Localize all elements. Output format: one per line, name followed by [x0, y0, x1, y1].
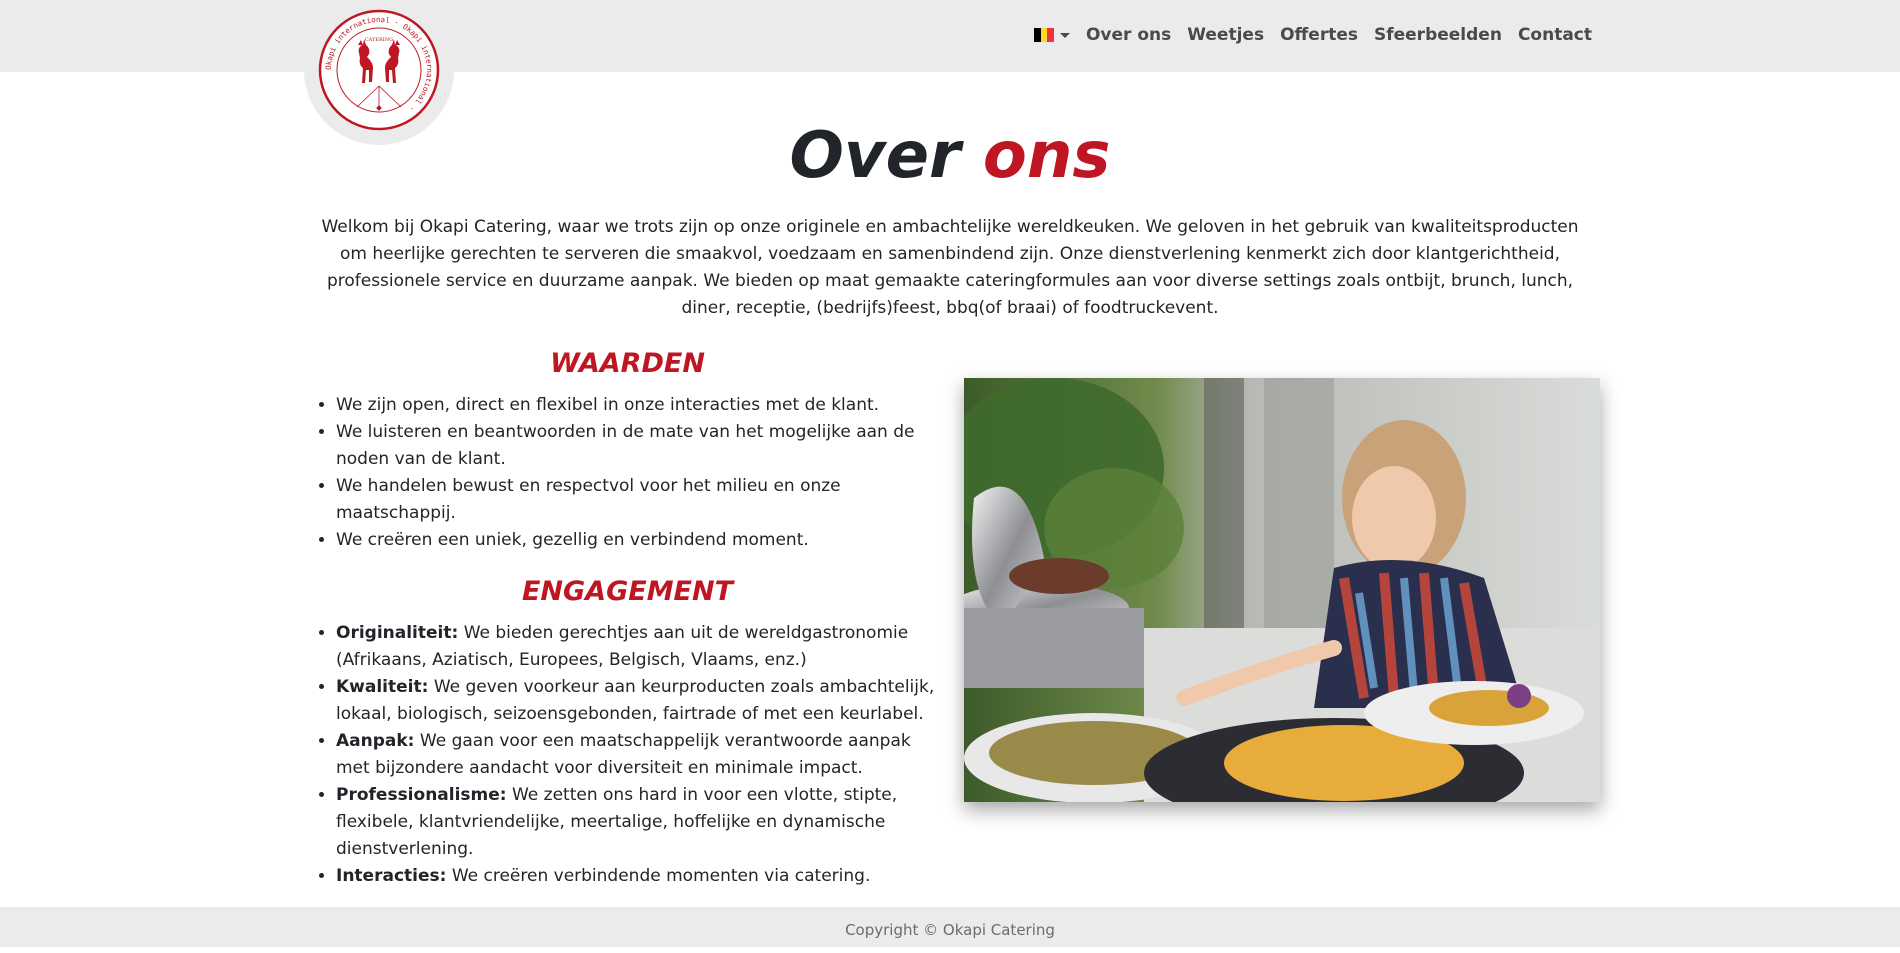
- intro-paragraph: Welkom bij Okapi Catering, waar we trots…: [321, 217, 1579, 318]
- waarden-heading: WAARDEN: [550, 348, 705, 379]
- nav-link-offertes[interactable]: Offertes: [1280, 25, 1358, 45]
- catering-photo: [964, 378, 1600, 802]
- list-item: We zijn open, direct en flexibel in onze…: [336, 392, 945, 419]
- list-item-term: Aanpak:: [336, 731, 415, 751]
- list-item-term: Professionalisme:: [336, 785, 507, 805]
- nav-link-over-ons[interactable]: Over ons: [1086, 25, 1171, 45]
- page-title: Over ons: [0, 116, 1900, 196]
- nav-link-weetjes[interactable]: Weetjes: [1187, 25, 1264, 45]
- values-column: WAARDEN We zijn open, direct en flexibel…: [310, 344, 945, 890]
- list-item: We luisteren en beantwoorden in de mate …: [336, 419, 945, 473]
- nav-link-sfeerbeelden[interactable]: Sfeerbeelden: [1374, 25, 1502, 45]
- language-dropdown[interactable]: [1033, 28, 1070, 42]
- okapi-logo[interactable]: Okapi international · Okapi internationa…: [317, 8, 441, 132]
- footer: Copyright © Okapi Catering: [0, 907, 1900, 947]
- engagement-list: Originaliteit: We bieden gerechtjes aan …: [310, 620, 945, 890]
- nav-link-contact[interactable]: Contact: [1518, 25, 1592, 45]
- list-item: Kwaliteit: We geven voorkeur aan keurpro…: [336, 674, 945, 728]
- flag-stripe-yellow: [1040, 28, 1048, 42]
- list-item-term: Interacties:: [336, 866, 447, 886]
- flag-stripe-red: [1047, 28, 1054, 42]
- footer-copyright: Copyright © Okapi Catering: [845, 921, 1055, 939]
- main-nav: Over ons Weetjes Offertes Sfeerbeelden C…: [1033, 22, 1592, 48]
- flag-stripe-black: [1033, 28, 1041, 42]
- list-item: Professionalisme: We zetten ons hard in …: [336, 782, 945, 863]
- list-item-text: We gaan voor een maatschappelijk verantw…: [336, 731, 911, 778]
- belgium-flag-icon: [1033, 28, 1054, 42]
- list-item: Aanpak: We gaan voor een maatschappelijk…: [336, 728, 945, 782]
- page-title-part1: Over: [789, 119, 961, 193]
- list-item-term: Originaliteit:: [336, 623, 459, 643]
- list-item: Originaliteit: We bieden gerechtjes aan …: [336, 620, 945, 674]
- waarden-list: We zijn open, direct en flexibel in onze…: [310, 392, 945, 554]
- list-item: We handelen bewust en respectvol voor he…: [336, 473, 945, 527]
- list-item-text: We creëren verbindende momenten via cate…: [446, 866, 871, 886]
- list-item-term: Kwaliteit:: [336, 677, 429, 697]
- top-navbar: Okapi international · Okapi internationa…: [0, 0, 1900, 145]
- logo-center-text: CATERING: [365, 37, 393, 43]
- engagement-heading: ENGAGEMENT: [521, 576, 734, 607]
- list-item: Interacties: We creëren verbindende mome…: [336, 863, 945, 890]
- catering-photo-illustration: [964, 378, 1600, 802]
- chevron-down-icon: [1059, 32, 1070, 38]
- page-title-part2: ons: [982, 119, 1111, 193]
- list-item: We creëren een uniek, gezellig en verbin…: [336, 527, 945, 554]
